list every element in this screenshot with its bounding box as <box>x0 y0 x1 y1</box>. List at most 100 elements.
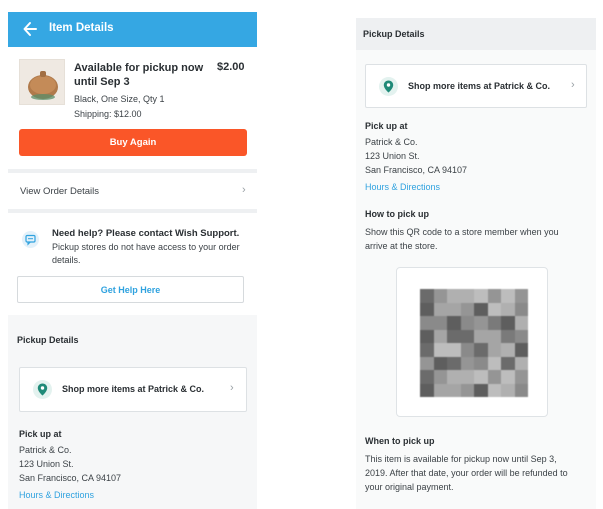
back-arrow-icon[interactable] <box>23 21 37 37</box>
qr-pixel <box>460 370 474 384</box>
qr-pixel <box>420 289 434 303</box>
qr-pixel <box>514 289 528 303</box>
qr-pixel <box>474 383 488 397</box>
section-divider <box>8 209 257 213</box>
chevron-right-icon: › <box>571 79 575 91</box>
qr-pixel <box>501 356 515 370</box>
pickup-address-block: Pick up at Patrick & Co. 123 Union St. S… <box>365 121 467 194</box>
shop-more-label: Shop more items at Patrick & Co. <box>62 384 205 394</box>
store-street: 123 Union St. <box>365 151 420 161</box>
qr-pixel <box>420 343 434 357</box>
store-pin-icon <box>379 77 398 96</box>
when-to-pickup-line-2: 2019. After that date, your order will b… <box>365 468 568 478</box>
pickup-address-block: Pick up at Patrick & Co. 123 Union St. S… <box>19 429 121 502</box>
qr-pixel <box>474 316 488 330</box>
qr-pixel <box>447 383 461 397</box>
qr-pixel <box>433 329 447 343</box>
qr-pixel <box>433 316 447 330</box>
diffuser-image <box>20 60 64 104</box>
qr-pixel <box>447 370 461 384</box>
pickup-details-screen: Pickup Details Shop more items at Patric… <box>356 18 596 509</box>
qr-pixel <box>487 370 501 384</box>
qr-pixel <box>447 343 461 357</box>
qr-pixel <box>460 329 474 343</box>
qr-pixel <box>433 343 447 357</box>
qr-pixel <box>433 370 447 384</box>
buy-again-button[interactable]: Buy Again <box>19 129 247 156</box>
qr-pixel <box>514 370 528 384</box>
product-thumbnail[interactable] <box>19 59 65 105</box>
hours-directions-link[interactable]: Hours & Directions <box>19 488 121 502</box>
qr-pixel <box>447 289 461 303</box>
qr-pixel <box>460 356 474 370</box>
shop-more-card[interactable]: Shop more items at Patrick & Co. › <box>19 367 247 412</box>
qr-pixel <box>460 343 474 357</box>
qr-code-image <box>420 289 528 397</box>
qr-pixel <box>501 343 515 357</box>
qr-pixel <box>460 316 474 330</box>
get-help-button[interactable]: Get Help Here <box>17 276 244 303</box>
pickup-details-section: Pickup Details Shop more items at Patric… <box>8 315 257 509</box>
qr-pixel <box>460 302 474 316</box>
chat-support-icon <box>22 231 39 248</box>
store-street: 123 Union St. <box>19 459 74 469</box>
qr-code-card <box>396 267 548 417</box>
view-order-details-label: View Order Details <box>20 186 100 197</box>
page-title: Item Details <box>49 22 114 34</box>
qr-pixel <box>501 370 515 384</box>
qr-pixel <box>487 302 501 316</box>
store-pin-icon <box>33 380 52 399</box>
qr-pixel <box>474 356 488 370</box>
how-to-pickup-line-1: Show this QR code to a store member when… <box>365 227 559 237</box>
chevron-right-icon: › <box>230 382 234 394</box>
qr-pixel <box>501 289 515 303</box>
qr-pixel <box>474 289 488 303</box>
store-name: Patrick & Co. <box>365 137 418 147</box>
pickup-availability-title: Available for pickup now until Sep 3 <box>74 62 204 88</box>
shop-more-label: Shop more items at Patrick & Co. <box>408 81 551 91</box>
view-order-details-row[interactable]: View Order Details › <box>8 178 257 206</box>
hours-directions-link[interactable]: Hours & Directions <box>365 180 467 194</box>
store-city: San Francisco, CA 94107 <box>19 473 122 483</box>
pickup-details-header: Pickup Details <box>17 335 79 345</box>
qr-pixel <box>460 289 474 303</box>
how-to-pickup-line-2: arrive at the store. <box>365 241 438 251</box>
when-to-pickup-line-3: your original payment. <box>365 482 454 492</box>
qr-pixel <box>514 343 528 357</box>
qr-pixel <box>514 383 528 397</box>
chevron-right-icon: › <box>242 184 246 196</box>
qr-pixel <box>501 316 515 330</box>
pickup-at-title: Pick up at <box>19 429 62 439</box>
shop-more-card[interactable]: Shop more items at Patrick & Co. › <box>365 64 587 108</box>
qr-pixel <box>447 329 461 343</box>
help-title: Need help? Please contact Wish Support. <box>52 228 240 239</box>
qr-pixel <box>474 343 488 357</box>
qr-pixel <box>433 289 447 303</box>
qr-pixel <box>433 383 447 397</box>
section-divider <box>8 169 257 173</box>
item-variant: Black, One Size, Qty 1 <box>74 94 165 104</box>
qr-pixel <box>420 383 434 397</box>
qr-pixel <box>433 302 447 316</box>
item-details-screen: Item Details Available for pickup now un… <box>8 12 257 509</box>
qr-pixel <box>460 383 474 397</box>
qr-pixel <box>420 329 434 343</box>
qr-pixel <box>474 329 488 343</box>
qr-pixel <box>447 316 461 330</box>
qr-pixel <box>487 356 501 370</box>
store-name: Patrick & Co. <box>19 445 72 455</box>
pickup-at-title: Pick up at <box>365 121 408 131</box>
qr-pixel <box>514 302 528 316</box>
qr-pixel <box>501 302 515 316</box>
qr-pixel <box>420 356 434 370</box>
qr-pixel <box>447 302 461 316</box>
qr-pixel <box>420 316 434 330</box>
qr-pixel <box>474 370 488 384</box>
qr-pixel <box>433 356 447 370</box>
qr-pixel <box>514 316 528 330</box>
item-shipping: Shipping: $12.00 <box>74 109 142 119</box>
item-price: $2.00 <box>217 61 245 73</box>
pickup-details-header: Pickup Details <box>363 29 425 39</box>
qr-pixel <box>514 356 528 370</box>
qr-pixel <box>501 383 515 397</box>
